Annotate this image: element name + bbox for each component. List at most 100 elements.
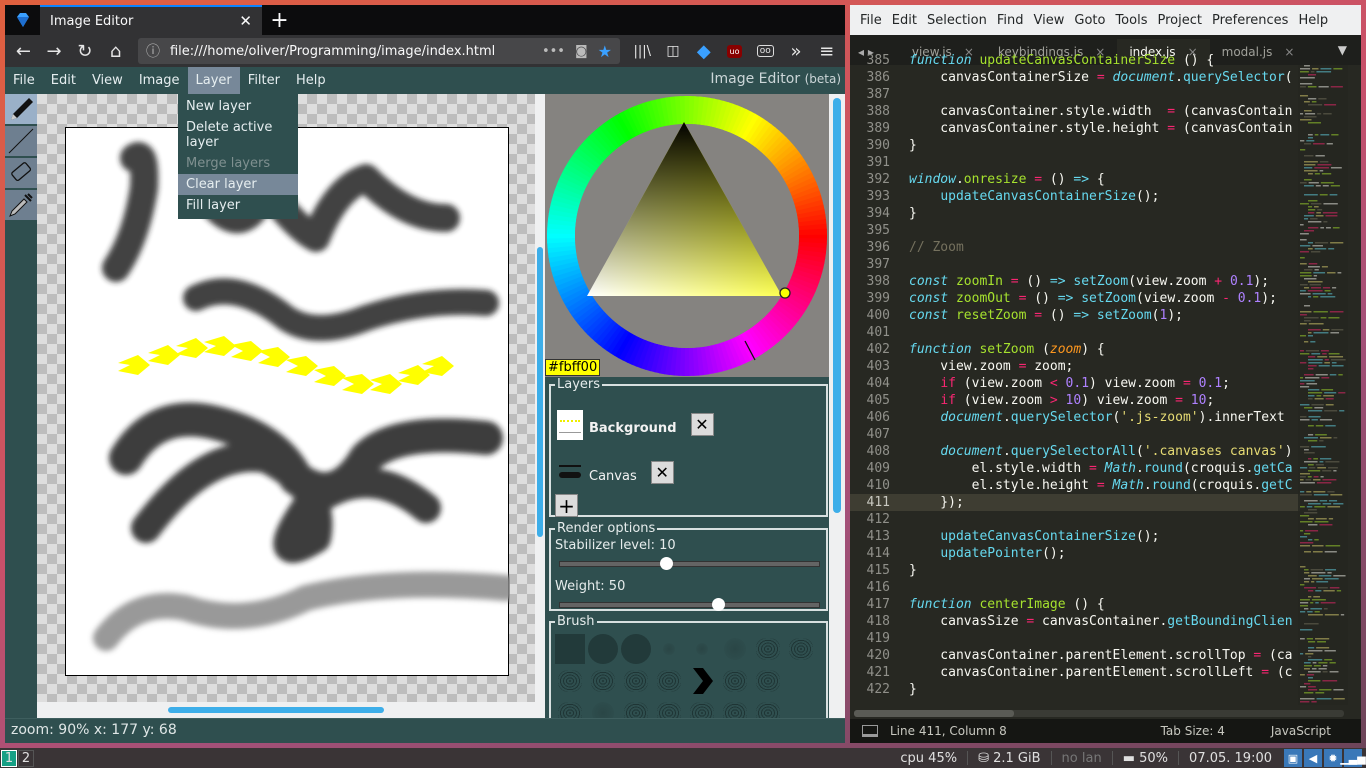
canvas-vertical-scrollbar[interactable]	[535, 94, 545, 718]
color-wheel[interactable]: #fbff00	[545, 94, 829, 377]
library-icon[interactable]: |||\	[628, 37, 657, 65]
menu-filter[interactable]: Filter	[240, 67, 288, 94]
browser-tab-image-editor[interactable]: Image Editor ✕	[40, 5, 262, 35]
forward-arrow-icon[interactable]: →	[40, 37, 69, 65]
brush-option-1[interactable]	[553, 633, 586, 665]
layer-item-background[interactable]: Background ✕	[557, 396, 826, 440]
code-line[interactable]: 412	[850, 511, 1300, 528]
menu-help[interactable]: Help	[288, 67, 334, 94]
pocket-icon[interactable]: ◙	[575, 44, 588, 59]
editor-menu-help[interactable]: Help	[1293, 13, 1333, 28]
brush-option-9[interactable]	[553, 665, 586, 697]
code-line[interactable]: 391	[850, 154, 1300, 171]
brush-option-10[interactable]	[586, 665, 619, 697]
code-line[interactable]: 393 updateCanvasContainerSize();	[850, 188, 1300, 205]
brush-option-3[interactable]	[619, 633, 652, 665]
workspace-1[interactable]: 1	[1, 749, 17, 767]
hamburger-menu-icon[interactable]: ≡	[812, 37, 841, 65]
code-line[interactable]: 397	[850, 256, 1300, 273]
clipboard-icon[interactable]: ▣	[1284, 749, 1302, 767]
layer-item-canvas[interactable]: Canvas ✕	[557, 444, 826, 488]
stabilizer-slider[interactable]	[559, 557, 820, 571]
brush-option-14[interactable]	[718, 665, 751, 697]
brush-option-7[interactable]	[751, 633, 784, 665]
menu-layer[interactable]: Layer	[187, 67, 240, 94]
layer-name[interactable]: Background	[589, 421, 677, 436]
tool-eyedropper[interactable]	[5, 190, 37, 222]
code-line[interactable]: 415}	[850, 562, 1300, 579]
brush-option-15[interactable]	[751, 665, 784, 697]
code-line[interactable]: 402 function setZoom (zoom) {	[850, 341, 1300, 358]
menu-item-fill-layer[interactable]: Fill layer	[178, 195, 298, 216]
menu-item-clear-layer[interactable]: Clear layer	[178, 174, 298, 195]
code-view[interactable]: 385 function updateCanvasContainerSize ()…	[850, 52, 1300, 698]
bookmark-star-icon[interactable]: ★	[598, 42, 612, 61]
overflow-chevron-icon[interactable]: »	[782, 37, 811, 65]
brush-option-4[interactable]	[652, 633, 685, 665]
reload-icon[interactable]: ↻	[70, 37, 99, 65]
brush-option-16[interactable]	[784, 665, 817, 697]
code-line[interactable]: 408 document.querySelectorAll('.canvases…	[850, 443, 1300, 460]
editor-menu-preferences[interactable]: Preferences	[1207, 13, 1293, 28]
editor-menu-file[interactable]: File	[855, 13, 887, 28]
code-line[interactable]: 401	[850, 324, 1300, 341]
menu-file[interactable]: File	[5, 67, 43, 94]
code-line[interactable]: 403 view.zoom = zoom;	[850, 358, 1300, 375]
editor-menu-tools[interactable]: Tools	[1110, 13, 1152, 28]
menu-edit[interactable]: Edit	[43, 67, 84, 94]
brush-option-12[interactable]	[652, 665, 685, 697]
sidebar-icon[interactable]: ◫	[659, 37, 688, 65]
tab-size[interactable]: Tab Size: 4	[1161, 724, 1225, 738]
extension-glasses-icon[interactable]: oo	[751, 37, 780, 65]
editor-menu-view[interactable]: View	[1029, 13, 1070, 28]
code-line[interactable]: 410 el.style.height = Math.round(croquis…	[850, 477, 1300, 494]
code-line[interactable]: 405 if (view.zoom > 10) view.zoom = 10;	[850, 392, 1300, 409]
close-tab-icon[interactable]: ✕	[239, 12, 252, 30]
code-line[interactable]: 399 const zoomOut = () => setZoom(view.zo…	[850, 290, 1300, 307]
brush-option-8[interactable]	[784, 633, 817, 665]
code-line[interactable]: 406 document.querySelector('.js-zoom').i…	[850, 409, 1300, 426]
code-line[interactable]: 396 // Zoom	[850, 239, 1300, 256]
code-line[interactable]: 394}	[850, 205, 1300, 222]
slider-knob[interactable]	[712, 598, 726, 611]
brush-option-2[interactable]	[586, 633, 619, 665]
layer-name[interactable]: Canvas	[589, 469, 637, 484]
minimap[interactable]	[1298, 65, 1348, 705]
tool-eraser[interactable]	[5, 158, 37, 190]
menu-item-delete-active-layer[interactable]: Delete active layer	[178, 117, 298, 153]
code-line[interactable]: 417 function centerImage () {	[850, 596, 1300, 613]
code-line[interactable]: 409 el.style.width = Math.round(croquis.…	[850, 460, 1300, 477]
url-text[interactable]: file:///home/oliver/Programming/image/in…	[170, 44, 532, 59]
address-bar[interactable]: ⓘ file:///home/oliver/Programming/image/…	[137, 38, 620, 64]
editor-menu-selection[interactable]: Selection	[922, 13, 992, 28]
tab-list-dropdown-icon[interactable]: ▼	[1338, 43, 1347, 57]
weight-slider[interactable]	[559, 598, 820, 612]
code-line[interactable]: 389 canvasContainer.style.height = (canv…	[850, 120, 1300, 137]
panel-vertical-scrollbar[interactable]	[829, 94, 845, 718]
menu-view[interactable]: View	[84, 67, 131, 94]
color-picker-handle[interactable]	[779, 287, 791, 299]
code-line[interactable]: 419	[850, 630, 1300, 647]
ublock-icon[interactable]: uo	[720, 37, 749, 65]
code-line[interactable]: 418 canvasSize = canvasContainer.getBoun…	[850, 613, 1300, 630]
page-actions-icon[interactable]: •••	[542, 44, 565, 59]
code-line[interactable]: 404 if (view.zoom < 0.1) view.zoom = 0.1…	[850, 375, 1300, 392]
brush-option-13[interactable]	[685, 665, 718, 697]
panel-toggle-icon[interactable]	[862, 725, 878, 737]
code-line[interactable]: 386 canvasContainerSize = document.query…	[850, 69, 1300, 86]
network-signal-icon[interactable]: ▁▃▅	[1340, 749, 1366, 767]
brush-option-11[interactable]	[619, 665, 652, 697]
code-line[interactable]: 400 const resetZoom = () => setZoom(1);	[850, 307, 1300, 324]
workspace-2[interactable]: 2	[18, 749, 34, 767]
add-layer-button[interactable]: +	[555, 494, 578, 518]
code-line[interactable]: 414 updatePointer();	[850, 545, 1300, 562]
code-line[interactable]: 398 const zoomIn = () => setZoom(view.zoo…	[850, 273, 1300, 290]
canvas-horizontal-scrollbar[interactable]	[37, 702, 535, 718]
syntax-mode[interactable]: JavaScript	[1271, 724, 1331, 738]
tool-line[interactable]	[5, 126, 37, 158]
scrollbar-thumb[interactable]	[537, 247, 543, 537]
editor-menu-edit[interactable]: Edit	[887, 13, 922, 28]
code-line[interactable]: 411 });	[850, 494, 1300, 511]
code-line[interactable]: 392 window.onresize = () => {	[850, 171, 1300, 188]
delete-layer-button[interactable]: ✕	[650, 461, 674, 484]
